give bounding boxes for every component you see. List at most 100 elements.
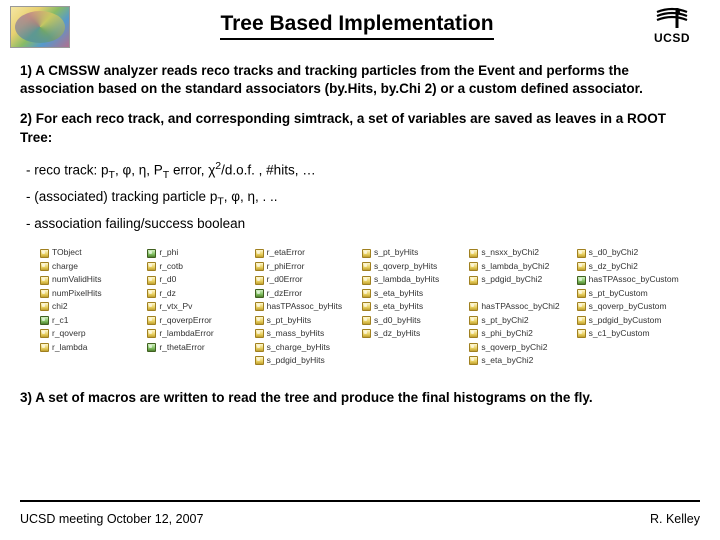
leaf-label: numValidHits — [52, 274, 101, 285]
leaf-label: s_qoverp_byHits — [374, 261, 437, 272]
tree-leaf: s_c1_byCustom — [577, 328, 680, 339]
leaf-icon — [40, 262, 49, 271]
tree-leaf: s_lambda_byHits — [362, 274, 465, 285]
tree-leaf: s_qoverp_byChi2 — [469, 342, 572, 353]
leaf-icon — [362, 262, 371, 271]
leaf-label: r_qoverpError — [159, 315, 211, 326]
leaf-label: r_lambdaError — [159, 328, 213, 339]
leaf-icon — [469, 343, 478, 352]
ucsd-logo: UCSD — [644, 6, 700, 45]
leaf-icon — [147, 343, 156, 352]
leaf-label: TObject — [52, 247, 82, 258]
leaf-icon — [469, 262, 478, 271]
leaf-label: r_lambda — [52, 342, 87, 353]
text: /d.o.f. , #hits, … — [221, 162, 316, 177]
leaf-label: charge — [52, 261, 78, 272]
tree-leaf: s_mass_byHits — [255, 328, 358, 339]
tree-leaf: s_qoverp_byCustom — [577, 301, 680, 312]
page-title: Tree Based Implementation — [220, 12, 493, 40]
text: , φ, η, . .. — [224, 189, 278, 204]
bullet-bool: - association failing/success boolean — [26, 215, 700, 233]
tree-leaf: r_vtx_Pv — [147, 301, 250, 312]
tree-leaf: s_pdgid_byChi2 — [469, 274, 572, 285]
leaf-icon — [255, 356, 264, 365]
leaf-icon — [255, 302, 264, 311]
leaf-label: hasTPAssoc_byCustom — [589, 274, 679, 285]
leaf-label: s_lambda_byChi2 — [481, 261, 549, 272]
leaf-icon — [469, 329, 478, 338]
leaf-icon — [469, 302, 478, 311]
leaf-label: s_lambda_byHits — [374, 274, 439, 285]
tree-leaf: r_phiError — [255, 261, 358, 272]
leaf-label: r_dzError — [267, 288, 302, 299]
footer-left: UCSD meeting October 12, 2007 — [20, 512, 203, 526]
tree-leaf: s_pt_byHits — [255, 315, 358, 326]
footer-rule — [20, 500, 700, 502]
tree-leaf: r_c1 — [40, 315, 143, 326]
leaf-icon — [255, 276, 264, 285]
tree-leaf — [469, 288, 572, 299]
tree-leaf: hasTPAssoc_byHits — [255, 301, 358, 312]
leaf-icon — [469, 316, 478, 325]
tree-leaf: r_etaError — [255, 247, 358, 258]
leaf-label: s_phi_byChi2 — [481, 328, 533, 339]
leaf-label: s_pt_byHits — [374, 247, 418, 258]
ucsd-label: UCSD — [644, 31, 700, 45]
leaf-icon — [40, 276, 49, 285]
tree-leaf: r_phi — [147, 247, 250, 258]
tree-leaf: numValidHits — [40, 274, 143, 285]
tree-leaf: s_pt_byChi2 — [469, 315, 572, 326]
leaf-icon — [255, 249, 264, 258]
leaf-icon — [362, 249, 371, 258]
leaf-icon — [40, 289, 49, 298]
tree-leaf: charge — [40, 261, 143, 272]
leaf-label: s_pt_byCustom — [589, 288, 648, 299]
tree-leaf: s_pdgid_byHits — [255, 355, 358, 366]
tree-leaf: s_pt_byHits — [362, 247, 465, 258]
bullet-assoc: - (associated) tracking particle pT, φ, … — [26, 188, 700, 209]
leaf-label: s_dz_byHits — [374, 328, 420, 339]
tree-leaf: s_phi_byChi2 — [469, 328, 572, 339]
tree-leaf: s_eta_byHits — [362, 301, 465, 312]
tree-leaf — [577, 355, 680, 366]
leaf-label: s_d0_byHits — [374, 315, 421, 326]
paragraph-3: 3) A set of macros are written to read t… — [20, 389, 700, 407]
tree-leaf: s_pdgid_byCustom — [577, 315, 680, 326]
leaf-icon — [147, 329, 156, 338]
tree-leaf: s_qoverp_byHits — [362, 261, 465, 272]
leaf-icon — [577, 329, 586, 338]
leaf-label: r_phiError — [267, 261, 305, 272]
leaf-label: s_pt_byChi2 — [481, 315, 528, 326]
leaf-icon — [255, 329, 264, 338]
leaf-icon — [255, 262, 264, 271]
text: error, χ — [169, 162, 215, 177]
leaf-icon — [469, 276, 478, 285]
leaf-label: s_mass_byHits — [267, 328, 325, 339]
leaf-icon — [255, 343, 264, 352]
tree-leaf: r_d0 — [147, 274, 250, 285]
leaf-label: r_dz — [159, 288, 176, 299]
tree-leaf — [577, 342, 680, 353]
root-tree-panel: TObject r_phi r_etaError s_pt_byHits s_nsxx_… — [34, 243, 686, 372]
tree-leaf: s_pt_byCustom — [577, 288, 680, 299]
tree-leaf: s_d0_byChi2 — [577, 247, 680, 258]
leaf-label: r_d0Error — [267, 274, 303, 285]
leaf-icon — [577, 316, 586, 325]
leaf-icon — [40, 249, 49, 258]
leaf-icon — [255, 316, 264, 325]
leaf-label: s_nsxx_byChi2 — [481, 247, 539, 258]
leaf-icon — [362, 289, 371, 298]
leaf-label: chi2 — [52, 301, 68, 312]
tree-leaf: s_charge_byHits — [255, 342, 358, 353]
tree-leaf: r_qoverpError — [147, 315, 250, 326]
leaf-icon — [147, 262, 156, 271]
leaf-label: s_d0_byChi2 — [589, 247, 639, 258]
tree-leaf: s_lambda_byChi2 — [469, 261, 572, 272]
leaf-label: s_charge_byHits — [267, 342, 330, 353]
tree-leaf: r_d0Error — [255, 274, 358, 285]
leaf-icon — [147, 316, 156, 325]
leaf-label: s_pdgid_byCustom — [589, 315, 662, 326]
leaf-label: s_pdgid_byHits — [267, 355, 325, 366]
leaf-label: hasTPAssoc_byChi2 — [481, 301, 559, 312]
leaf-icon — [40, 302, 49, 311]
